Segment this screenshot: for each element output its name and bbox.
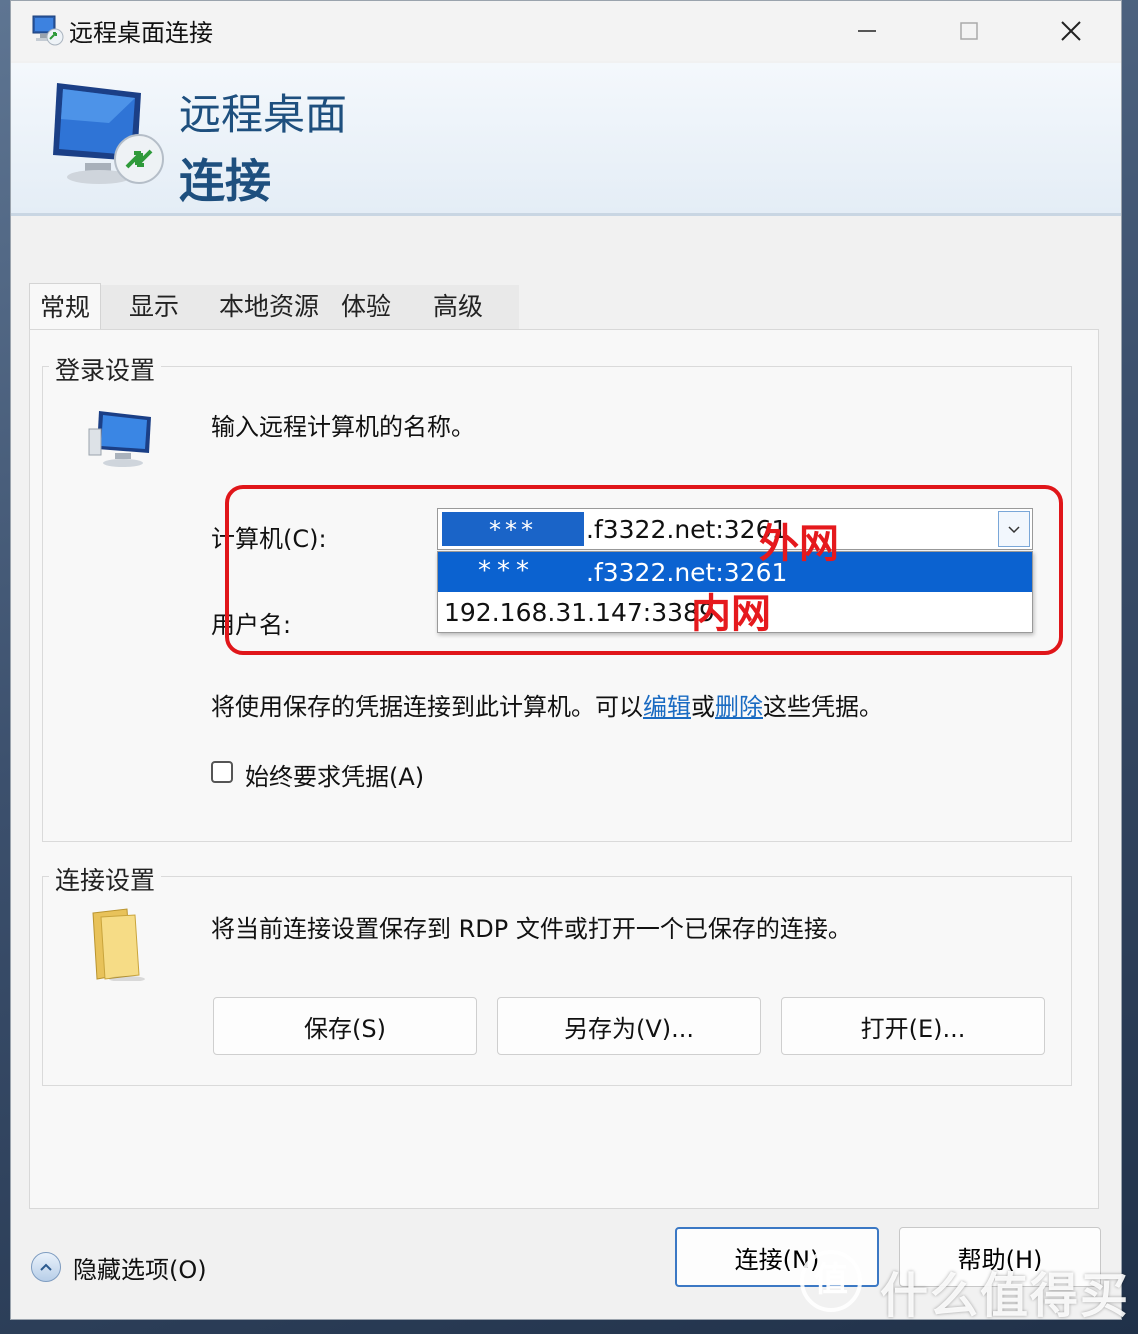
connection-settings-group: 连接设置 将当前连接设置保存到 RDP 文件或打开一个已保存的连接。 保存(S)… [42,861,1072,1086]
close-icon [1061,21,1081,41]
open-button[interactable]: 打开(E)... [781,997,1045,1055]
computer-combobox[interactable]: *** .f3322.net:3261 [437,508,1033,550]
rdp-window: 远程桌面连接 远程桌面 连接 常规 显示 本地资源 体验 高级 登录设置 输入远… [10,0,1122,1320]
monitor-connection-icon [53,83,164,184]
hide-options-toggle[interactable]: 隐藏选项(O) [31,1249,207,1285]
hide-options-label: 隐藏选项(O) [73,1255,207,1284]
folder-icon [92,908,145,981]
chevron-up-icon [31,1252,61,1282]
computer-value-suffix: .f3322.net:3261 [586,515,788,544]
annotation-internal-label: 内网 [691,591,771,637]
tab-general[interactable]: 常规 [29,283,102,332]
save-as-button[interactable]: 另存为(V)... [497,997,761,1055]
window-title: 远程桌面连接 [69,19,213,47]
banner-title-line2: 连接 [179,154,271,208]
computer-masked-value: *** [442,512,584,546]
login-settings-title: 登录设置 [49,351,162,387]
tab-experience[interactable]: 体验 [341,285,391,329]
save-button[interactable]: 保存(S) [213,997,477,1055]
credentials-text-mid: 或 [691,693,715,721]
computer-icon [88,411,151,467]
tab-display[interactable]: 显示 [129,285,179,329]
credentials-text-post: 这些凭据。 [763,693,883,721]
option-masked-text: *** [478,556,535,586]
watermark: 值 什么值得买 [800,1248,1130,1324]
maximize-icon [960,22,978,40]
tab-strip: 常规 显示 本地资源 体验 高级 [29,283,519,332]
tab-panel-general: 登录设置 输入远程计算机的名称。 计算机(C): *** .f3322.net:… [29,329,1099,1209]
computer-label: 计算机(C): [211,525,327,553]
watermark-text: 什么值得买 [880,1268,1131,1324]
username-label: 用户名: [211,611,292,639]
banner-title-line1: 远程桌面 [179,90,348,139]
watermark-logo-icon: 值 [800,1250,862,1312]
close-button[interactable] [1043,9,1099,53]
credentials-text-pre: 将使用保存的凭据连接到此计算机。可以 [211,693,643,721]
minimize-icon [858,30,876,32]
connection-settings-title: 连接设置 [49,861,162,897]
always-ask-label[interactable]: 始终要求凭据(A) [245,757,424,792]
credentials-text: 将使用保存的凭据连接到此计算机。可以编辑或删除这些凭据。 [211,687,883,722]
minimize-button[interactable] [839,9,895,53]
tab-advanced[interactable]: 高级 [433,285,483,329]
tab-local-resources[interactable]: 本地资源 [219,285,319,329]
login-settings-group: 登录设置 输入远程计算机的名称。 计算机(C): *** .f3322.net:… [42,351,1072,842]
option-lan-address: 192.168.31.147:3389 [444,598,715,627]
connection-description: 将当前连接设置保存到 RDP 文件或打开一个已保存的连接。 [211,915,852,943]
combobox-dropdown-button[interactable] [998,511,1030,547]
remote-desktop-icon [32,15,64,46]
chevron-down-icon [1008,526,1020,534]
instruction-text: 输入远程计算机的名称。 [211,413,475,441]
always-ask-checkbox[interactable] [211,761,233,783]
header-banner: 远程桌面 连接 [11,63,1121,216]
edit-credentials-link[interactable]: 编辑 [643,693,691,721]
annotation-external-label: 外网 [759,521,839,567]
maximize-button[interactable] [941,9,997,53]
delete-credentials-link[interactable]: 删除 [715,693,763,721]
title-bar: 远程桌面连接 [11,1,1121,61]
